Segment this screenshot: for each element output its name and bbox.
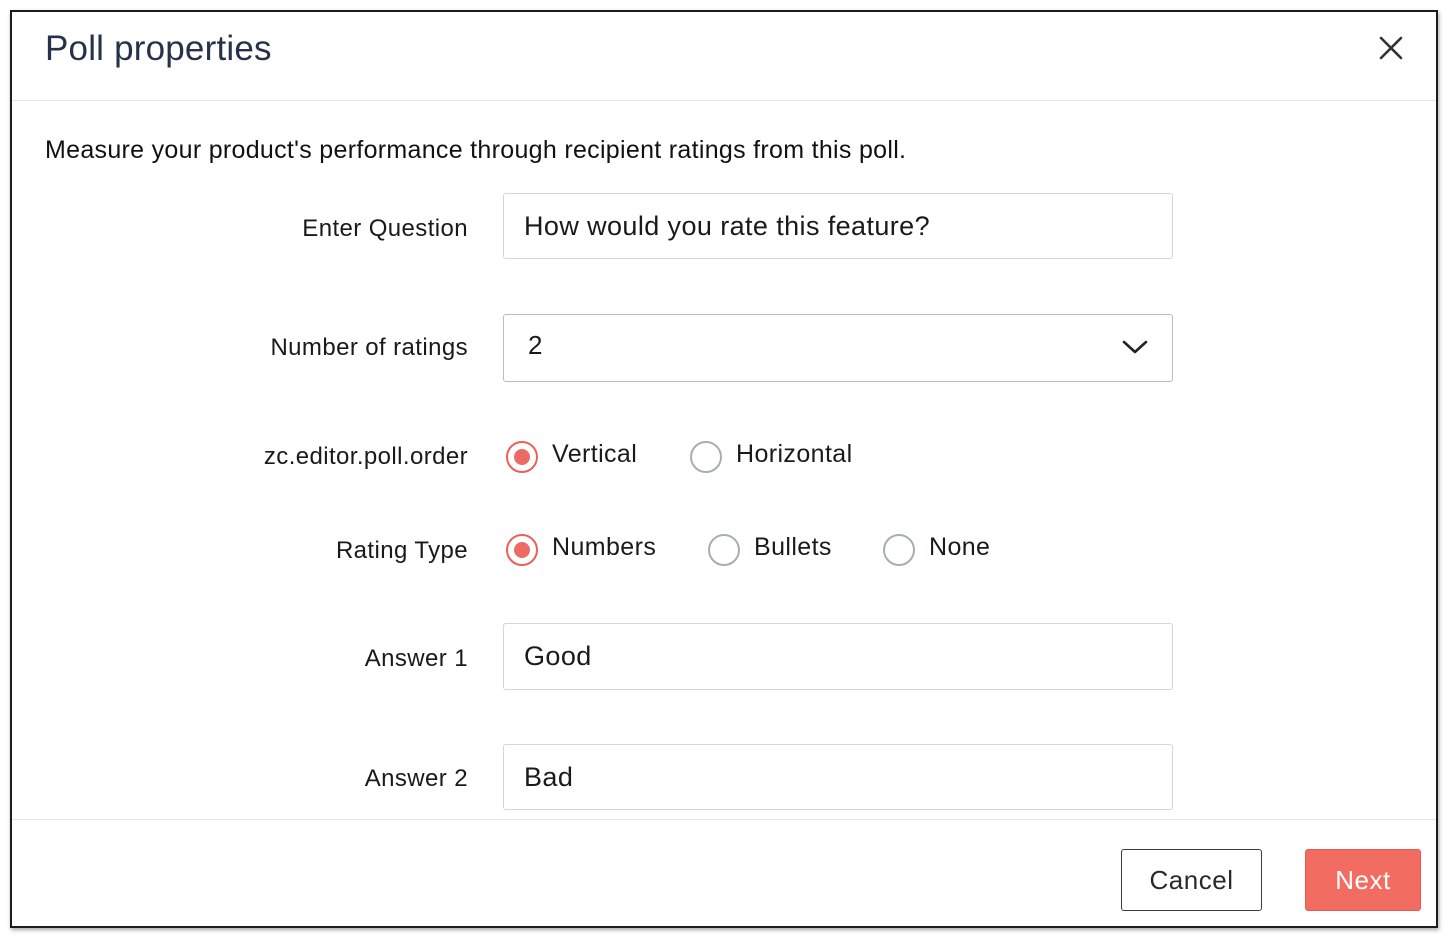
close-icon [1379,36,1403,60]
dialog-footer: Cancel Next [12,819,1436,926]
radio-checked-icon[interactable] [506,441,538,473]
order-option-label: Vertical [552,440,638,468]
radio-checked-icon[interactable] [506,534,538,566]
radio-unchecked-icon[interactable] [883,534,915,566]
rating-type-option-label: Numbers [552,533,657,561]
cancel-button[interactable]: Cancel [1121,849,1262,911]
answer-1-label: Answer 1 [364,645,468,672]
dialog-header: Poll properties [12,12,1436,101]
rating-type-option-none[interactable]: None [883,532,1003,572]
dialog-description: Measure your product's performance throu… [45,136,907,164]
rating-type-label: Rating Type [335,537,468,564]
order-option-horizontal[interactable]: Horizontal [690,439,870,479]
answer-1-input[interactable] [503,623,1173,690]
ratings-label: Number of ratings [270,334,468,361]
dialog-title: Poll properties [45,29,272,68]
order-option-label: Horizontal [736,440,853,468]
close-button[interactable] [1376,33,1406,63]
rating-type-option-label: None [929,533,991,561]
question-label: Enter Question [302,215,468,242]
radio-unchecked-icon[interactable] [690,441,722,473]
rating-type-option-bullets[interactable]: Bullets [708,532,848,572]
ratings-select-value: 2 [528,330,543,360]
rating-type-option-numbers[interactable]: Numbers [506,532,676,572]
next-button[interactable]: Next [1305,849,1421,911]
chevron-down-icon [1122,340,1148,354]
order-label: zc.editor.poll.order [263,443,468,470]
ratings-select[interactable]: 2 [503,314,1173,382]
order-option-vertical[interactable]: Vertical [506,439,656,479]
rating-type-option-label: Bullets [754,533,832,561]
poll-properties-dialog: Poll properties Measure your product's p… [10,10,1438,928]
answer-2-label: Answer 2 [364,765,468,792]
radio-unchecked-icon[interactable] [708,534,740,566]
answer-2-input[interactable] [503,744,1173,810]
question-input[interactable] [503,193,1173,259]
